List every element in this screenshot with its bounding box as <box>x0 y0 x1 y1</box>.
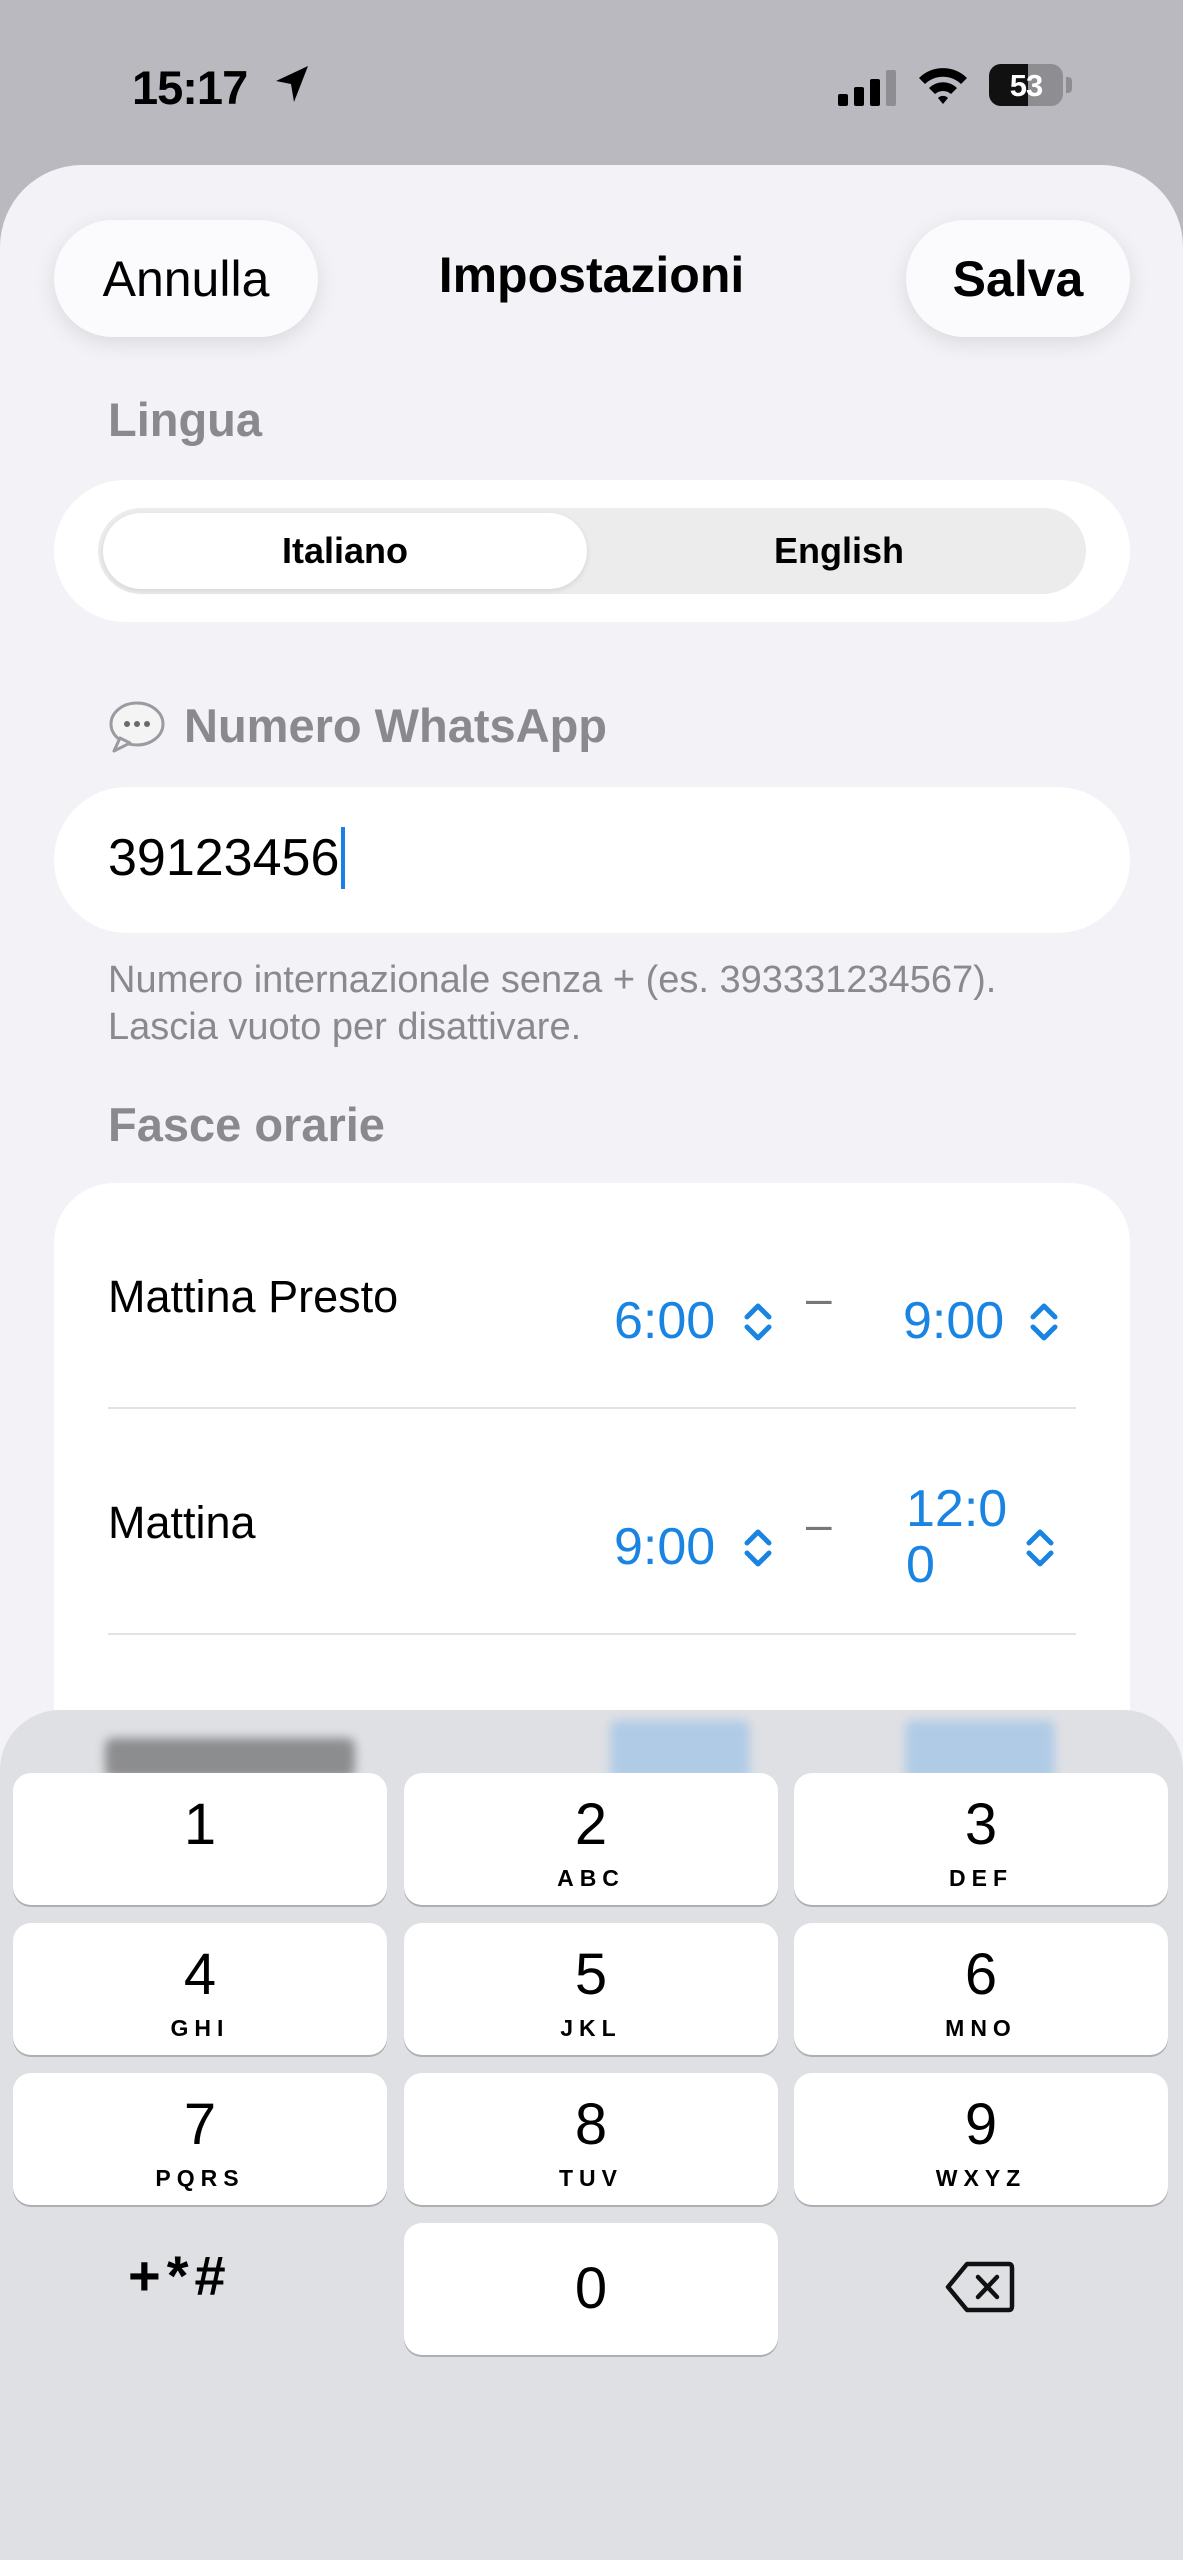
stepper-chevron-icon[interactable] <box>1024 1525 1056 1571</box>
symbols-key[interactable]: +*# <box>128 2243 232 2308</box>
time-slot-name: Mattina <box>108 1497 256 1548</box>
stepper-chevron-icon[interactable] <box>742 1525 774 1571</box>
time-slot-row: Mattina 9:00 – 12:0 0 <box>54 1409 1130 1635</box>
key-8[interactable]: 8 TUV <box>404 2073 778 2205</box>
time-slot-end[interactable]: 12:0 0 <box>906 1481 1016 1593</box>
battery-percentage: 53 <box>1009 68 1043 103</box>
location-arrow-icon <box>276 66 308 102</box>
blurred-content <box>0 1710 1183 1780</box>
time-slots-section-label: Fasce orarie <box>108 1098 385 1151</box>
time-slot-end[interactable]: 9:00 <box>903 1293 1004 1349</box>
language-option-italiano[interactable]: Italiano <box>103 513 587 589</box>
status-time: 15:17 <box>132 61 248 114</box>
stepper-chevron-icon[interactable] <box>742 1299 774 1345</box>
row-divider <box>108 1633 1076 1635</box>
key-9[interactable]: 9 WXYZ <box>794 2073 1168 2205</box>
language-card: Italiano English <box>54 480 1130 622</box>
key-4[interactable]: 4 GHI <box>13 1923 387 2055</box>
key-5[interactable]: 5 JKL <box>404 1923 778 2055</box>
time-range-separator: – <box>806 1498 832 1550</box>
key-3[interactable]: 3 DEF <box>794 1773 1168 1905</box>
language-segmented-control: Italiano English <box>98 508 1086 594</box>
whatsapp-number-value: 39123456 <box>108 829 340 887</box>
wifi-icon <box>919 68 967 104</box>
stepper-chevron-icon[interactable] <box>1028 1299 1060 1345</box>
whatsapp-section-label: Numero WhatsApp <box>184 699 607 752</box>
key-2[interactable]: 2 ABC <box>404 1773 778 1905</box>
speech-bubble-icon <box>109 701 165 753</box>
language-section-label: Lingua <box>108 393 263 446</box>
key-7[interactable]: 7 PQRS <box>13 2073 387 2205</box>
language-option-english[interactable]: English <box>597 513 1081 589</box>
backspace-icon[interactable] <box>945 2260 1015 2314</box>
key-6[interactable]: 6 MNO <box>794 1923 1168 2055</box>
whatsapp-number-input[interactable]: 39123456 <box>54 787 1130 933</box>
status-bar: 15:17 53 <box>0 0 1183 165</box>
time-slot-name: Mattina Presto <box>108 1271 399 1322</box>
time-range-separator: – <box>806 1272 832 1324</box>
cellular-signal-icon <box>838 70 896 106</box>
time-slot-start[interactable]: 9:00 <box>614 1519 715 1575</box>
key-0[interactable]: 0 <box>404 2223 778 2355</box>
time-slot-start[interactable]: 6:00 <box>614 1293 715 1349</box>
text-caret <box>341 827 346 889</box>
time-slot-row: Mattina Presto 6:00 – 9:00 <box>54 1183 1130 1409</box>
battery-icon: 53 <box>989 64 1073 106</box>
save-button[interactable]: Salva <box>906 220 1130 337</box>
whatsapp-hint: Numero internazionale senza + (es. 39333… <box>108 959 997 1048</box>
key-1[interactable]: 1 <box>13 1773 387 1905</box>
